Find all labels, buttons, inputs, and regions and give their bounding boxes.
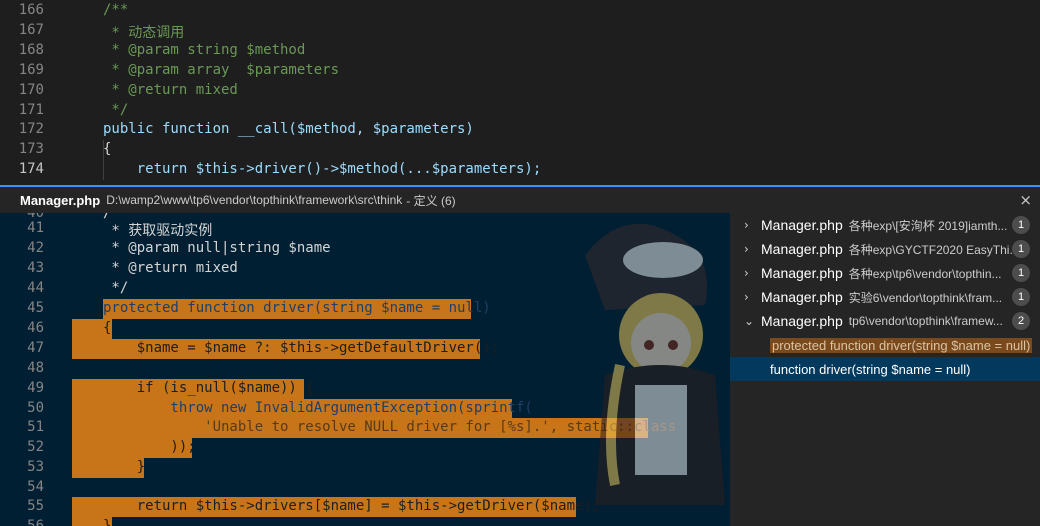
reference-file-name: Manager.php bbox=[761, 217, 843, 233]
code-line[interactable]: throw new InvalidArgumentException(sprin… bbox=[103, 400, 532, 416]
code-line[interactable]: protected function driver(string $name =… bbox=[103, 300, 491, 316]
code-line[interactable]: } bbox=[103, 518, 111, 526]
line-number: 50 bbox=[27, 400, 44, 416]
line-number: 168 bbox=[18, 42, 44, 58]
line-number: 55 bbox=[27, 498, 44, 514]
line-number: 56 bbox=[27, 518, 44, 526]
reference-item-label: function driver(string $name = null) bbox=[770, 361, 971, 377]
line-number: 41 bbox=[27, 220, 44, 236]
code-line[interactable]: return $this->drivers[$name] = $this->ge… bbox=[103, 498, 601, 514]
line-number: 43 bbox=[27, 260, 44, 276]
reference-group[interactable]: › Manager.php 各种exp\GYCTF2020 EasyThi...… bbox=[730, 237, 1040, 261]
line-number: 166 bbox=[18, 2, 44, 18]
reference-group[interactable]: › Manager.php 各种exp\tp6\vendor\topthin..… bbox=[730, 261, 1040, 285]
close-icon[interactable]: × bbox=[1019, 191, 1032, 209]
reference-group[interactable]: › Manager.php 实验6\vendor\topthink\fram..… bbox=[730, 285, 1040, 309]
line-number: 170 bbox=[18, 82, 44, 98]
line-number: 42 bbox=[27, 240, 44, 256]
chevron-right-icon: › bbox=[744, 266, 749, 280]
line-number: 171 bbox=[18, 102, 44, 118]
chevron-right-icon: › bbox=[744, 242, 749, 256]
peek-references-panel: › Manager.php 各种exp\[安洵杯 2019]iamth... 1… bbox=[730, 213, 1040, 526]
code-line[interactable]: * @param array $parameters bbox=[103, 62, 339, 78]
line-number: 172 bbox=[18, 121, 44, 137]
reference-file-name: Manager.php bbox=[761, 265, 843, 281]
code-line[interactable]: */ bbox=[103, 280, 128, 296]
code-line[interactable]: )); bbox=[103, 439, 195, 455]
peek-file-path: D:\wamp2\www\tp6\vendor\topthink\framewo… bbox=[106, 193, 403, 207]
peek-file-name[interactable]: Manager.php bbox=[20, 193, 100, 208]
code-line[interactable]: if (is_null($name)) { bbox=[103, 380, 314, 396]
code-line[interactable]: * @param null|string $name bbox=[103, 240, 330, 256]
line-number: 45 bbox=[27, 300, 44, 316]
line-number: 169 bbox=[18, 62, 44, 78]
code-line[interactable]: } bbox=[103, 459, 145, 475]
reference-file-path: 各种exp\tp6\vendor\topthin... bbox=[848, 266, 1002, 281]
code-line[interactable]: $name = $name ?: $this->getDefaultDriver… bbox=[103, 340, 499, 356]
chevron-right-icon: › bbox=[744, 218, 749, 232]
reference-item-label: protected function driver(string $name =… bbox=[770, 337, 1033, 353]
reference-file-path: 实验6\vendor\topthink\fram... bbox=[848, 290, 1003, 305]
code-line[interactable]: */ bbox=[103, 102, 128, 118]
line-number: 52 bbox=[27, 439, 44, 455]
line-number: 53 bbox=[27, 459, 44, 475]
reference-file-name: Manager.php bbox=[761, 313, 843, 329]
reference-file-name: Manager.php bbox=[761, 241, 843, 257]
line-number: 47 bbox=[27, 340, 44, 356]
background-mascot-image bbox=[585, 223, 725, 505]
code-line[interactable]: { bbox=[103, 320, 111, 336]
reference-count-badge: 1 bbox=[1012, 216, 1030, 234]
line-number: 167 bbox=[18, 22, 44, 38]
reference-count-badge: 2 bbox=[1012, 312, 1030, 330]
code-line[interactable]: * @return mixed bbox=[103, 82, 237, 98]
reference-count-badge: 1 bbox=[1012, 264, 1030, 282]
line-number: 46 bbox=[27, 320, 44, 336]
line-number: 54 bbox=[27, 479, 44, 495]
code-line[interactable]: return $this->driver()->$method(...$para… bbox=[103, 161, 542, 177]
code-line[interactable]: * @param string $method bbox=[103, 42, 305, 58]
reference-count-badge: 1 bbox=[1012, 288, 1030, 306]
code-line[interactable]: /** bbox=[103, 2, 128, 18]
main-editor[interactable]: 166 /** 167 * 动态调用 168 * @param string $… bbox=[0, 0, 1040, 183]
reference-item-selected[interactable]: function driver(string $name = null) bbox=[730, 357, 1040, 381]
reference-file-path: tp6\vendor\topthink\framew... bbox=[848, 314, 1003, 328]
line-number: 49 bbox=[27, 380, 44, 396]
peek-definition-count: - 定义 (6) bbox=[406, 193, 456, 208]
reference-file-path: 各种exp\[安洵杯 2019]iamth... bbox=[848, 218, 1008, 233]
reference-count-badge: 1 bbox=[1012, 240, 1030, 258]
peek-header: Manager.php D:\wamp2\www\tp6\vendor\topt… bbox=[0, 185, 1040, 213]
line-number: 173 bbox=[18, 141, 44, 157]
reference-group-expanded[interactable]: ⌄ Manager.php tp6\vendor\topthink\framew… bbox=[730, 309, 1040, 333]
code-line[interactable]: * 获取驱动实例 bbox=[103, 220, 212, 240]
code-line[interactable]: * 动态调用 bbox=[103, 22, 184, 42]
reference-item[interactable]: protected function driver(string $name =… bbox=[730, 333, 1040, 357]
line-number: 51 bbox=[27, 419, 44, 435]
chevron-down-icon: ⌄ bbox=[744, 314, 755, 328]
line-number: 48 bbox=[27, 360, 44, 376]
code-line[interactable]: { bbox=[103, 141, 111, 157]
line-number: 44 bbox=[27, 280, 44, 296]
code-line[interactable]: * @return mixed bbox=[103, 260, 237, 276]
reference-group[interactable]: › Manager.php 各种exp\[安洵杯 2019]iamth... 1 bbox=[730, 213, 1040, 237]
code-line[interactable]: public function __call($method, $paramet… bbox=[103, 121, 474, 137]
reference-file-name: Manager.php bbox=[761, 289, 843, 305]
line-number: 174 bbox=[18, 161, 44, 177]
reference-file-path: 各种exp\GYCTF2020 EasyThi... bbox=[848, 242, 1012, 257]
chevron-right-icon: › bbox=[744, 290, 749, 304]
